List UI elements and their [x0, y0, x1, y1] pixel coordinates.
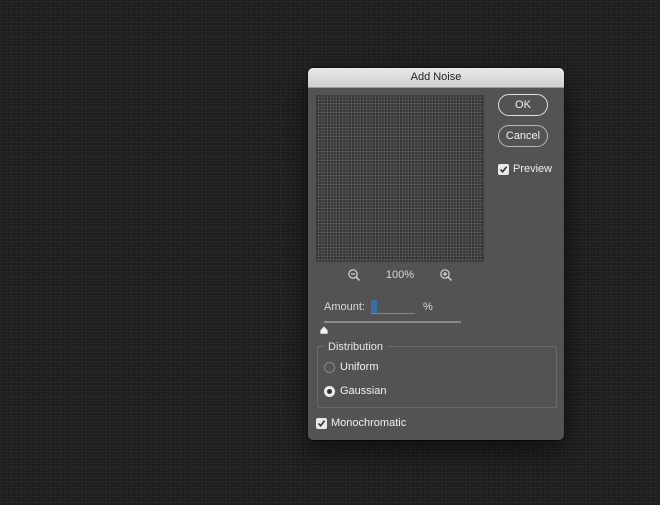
radio-uniform-button[interactable] [324, 361, 335, 373]
radio-uniform-label: Uniform [340, 361, 379, 373]
monochromatic-checkbox[interactable] [316, 417, 327, 429]
zoom-controls: 100% [316, 267, 484, 283]
radio-gaussian-button[interactable] [324, 385, 335, 397]
radio-gaussian-label: Gaussian [340, 385, 387, 397]
amount-label: Amount: [324, 301, 365, 313]
amount-input[interactable] [370, 300, 415, 314]
preview-checkbox[interactable] [498, 163, 509, 175]
radio-gaussian[interactable]: Gaussian [324, 385, 386, 397]
radio-uniform[interactable]: Uniform [324, 361, 379, 373]
amount-selection-highlight [370, 300, 377, 313]
zoom-out-icon[interactable] [347, 268, 361, 282]
amount-slider-thumb[interactable] [319, 322, 329, 335]
amount-slider-track[interactable] [324, 321, 461, 323]
zoom-in-icon[interactable] [439, 268, 453, 282]
dialog-title: Add Noise [308, 68, 564, 88]
monochromatic-label: Monochromatic [331, 417, 407, 429]
distribution-label: Distribution [324, 341, 388, 353]
add-noise-dialog: Add Noise 100% OK Cancel Preview Amount:… [308, 68, 564, 440]
distribution-group [317, 346, 557, 408]
cancel-button[interactable]: Cancel [498, 125, 548, 147]
amount-unit: % [422, 301, 433, 313]
zoom-level: 100% [385, 269, 415, 281]
preview-label: Preview [513, 163, 553, 175]
preview-checkbox-row[interactable]: Preview [498, 163, 552, 175]
noise-preview-area[interactable] [316, 95, 484, 262]
amount-row: Amount: % [324, 300, 433, 314]
amount-input-wrap [365, 300, 415, 314]
ok-button[interactable]: OK [498, 94, 548, 116]
monochromatic-checkbox-row[interactable]: Monochromatic [316, 417, 406, 429]
checkmark-icon [317, 419, 326, 427]
checkmark-icon [499, 165, 508, 173]
